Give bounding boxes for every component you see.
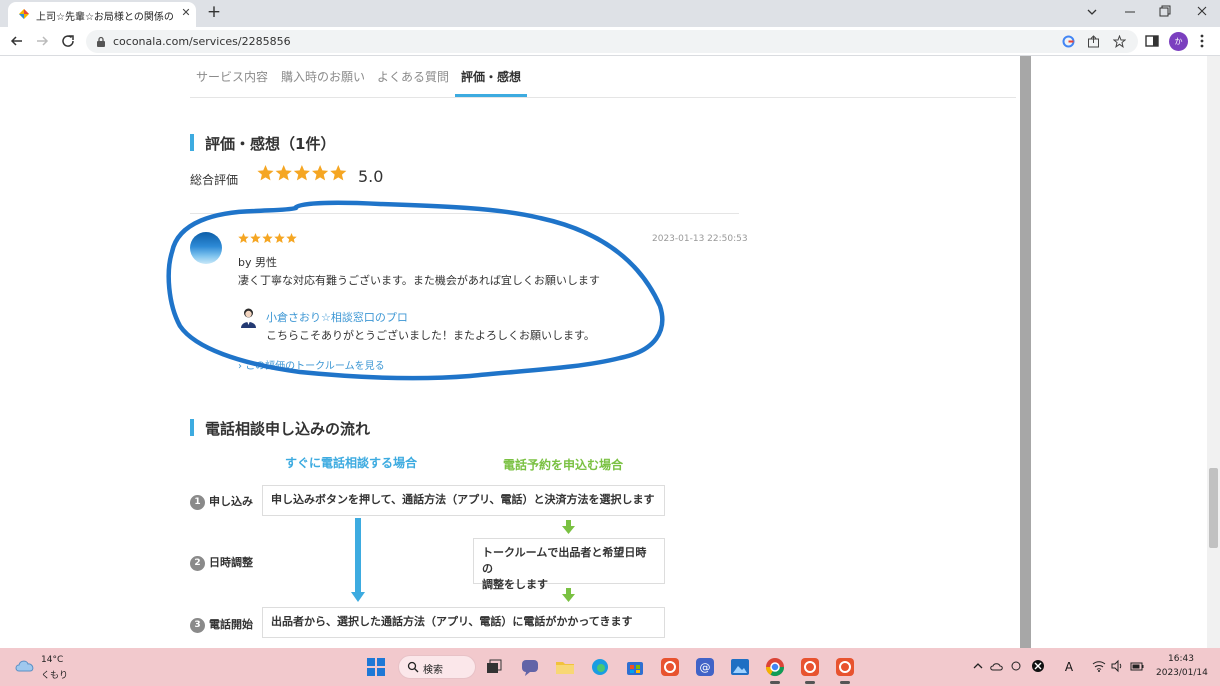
clock-time[interactable]: 16:43 bbox=[1168, 654, 1194, 664]
app-red-icon[interactable] bbox=[660, 657, 680, 677]
weather-temperature: 14°C bbox=[41, 655, 64, 665]
active-app-indicator bbox=[805, 681, 815, 684]
back-icon[interactable] bbox=[8, 32, 26, 50]
file-explorer-icon[interactable] bbox=[555, 657, 575, 677]
cloud-weather-icon[interactable] bbox=[14, 657, 36, 673]
sync-icon[interactable] bbox=[1009, 659, 1023, 673]
tab-close-icon[interactable]: ✕ bbox=[179, 6, 193, 20]
browser-tab-bar: 上司☆先輩☆お局様との関係のお悩 ✕ + bbox=[0, 0, 1220, 27]
google-translate-icon[interactable] bbox=[1062, 35, 1075, 48]
active-app-indicator bbox=[770, 681, 780, 684]
svg-text:A: A bbox=[1065, 660, 1074, 673]
task-view-icon[interactable] bbox=[484, 657, 504, 677]
wifi-icon[interactable] bbox=[1092, 659, 1106, 673]
teams-chat-icon[interactable] bbox=[520, 657, 540, 677]
close-window-icon[interactable] bbox=[1190, 3, 1214, 21]
volume-icon[interactable] bbox=[1110, 659, 1124, 673]
vertical-scrollbar[interactable] bbox=[1207, 56, 1220, 648]
scrollbar-thumb[interactable] bbox=[1209, 468, 1218, 548]
restore-icon[interactable] bbox=[1152, 3, 1176, 21]
page-side-divider bbox=[1020, 56, 1031, 648]
reserve-arrow-1 bbox=[562, 520, 575, 534]
url-text: coconala.com/services/2285856 bbox=[113, 35, 291, 48]
svg-text:@: @ bbox=[700, 661, 711, 674]
windows-start-icon[interactable] bbox=[366, 657, 386, 677]
minimize-icon[interactable] bbox=[1118, 3, 1142, 21]
forward-icon[interactable] bbox=[33, 32, 51, 50]
search-label: 検索 bbox=[423, 665, 443, 676]
battery-icon[interactable] bbox=[1130, 659, 1144, 673]
share-icon[interactable] bbox=[1087, 35, 1100, 48]
microsoft-store-icon[interactable] bbox=[625, 657, 645, 677]
chrome-browser-icon[interactable] bbox=[765, 657, 785, 677]
chevron-up-icon[interactable] bbox=[971, 659, 985, 673]
page-content: サービス内容 購入時のお願い よくある質問 評価・感想 評価・感想（1件） 総合… bbox=[0, 56, 1220, 648]
reserve-arrow-2 bbox=[562, 588, 575, 602]
app-red-icon[interactable] bbox=[835, 657, 855, 677]
app-red-icon[interactable] bbox=[800, 657, 820, 677]
clock-date[interactable]: 2023/01/14 bbox=[1156, 668, 1208, 678]
tab-title: 上司☆先輩☆お局様との関係のお悩 bbox=[36, 12, 174, 23]
search-icon bbox=[407, 661, 419, 673]
address-bar[interactable]: coconala.com/services/2285856 bbox=[86, 30, 1138, 53]
active-app-indicator bbox=[840, 681, 850, 684]
photos-app-icon[interactable] bbox=[730, 657, 750, 677]
mail-app-icon[interactable]: @ bbox=[695, 657, 715, 677]
bookmark-star-icon[interactable] bbox=[1113, 35, 1126, 48]
lock-icon[interactable] bbox=[96, 36, 106, 47]
onedrive-cloud-icon[interactable] bbox=[990, 659, 1004, 673]
browser-tab[interactable]: 上司☆先輩☆お局様との関係のお悩 ✕ bbox=[8, 2, 196, 27]
more-menu-icon[interactable] bbox=[1196, 32, 1208, 50]
weather-description: くもり bbox=[41, 671, 69, 681]
side-panel-icon[interactable] bbox=[1143, 32, 1161, 50]
windows-taskbar: 14°C くもり 検索 @ A 16:43 2023/01/14 bbox=[0, 648, 1220, 686]
coconala-favicon-icon bbox=[19, 9, 29, 19]
ime-icon[interactable]: A bbox=[1062, 659, 1076, 673]
flow-arrows bbox=[351, 518, 575, 602]
reload-icon[interactable] bbox=[59, 32, 77, 50]
new-tab-icon[interactable]: + bbox=[205, 4, 223, 22]
browser-toolbar: coconala.com/services/2285856 か bbox=[0, 27, 1220, 56]
immediate-arrow bbox=[351, 518, 365, 602]
tab-search-icon[interactable] bbox=[1080, 3, 1104, 21]
edge-browser-icon[interactable] bbox=[590, 657, 610, 677]
profile-avatar[interactable]: か bbox=[1169, 32, 1188, 51]
taskbar-search[interactable]: 検索 bbox=[398, 655, 476, 679]
app-tray-icon[interactable] bbox=[1031, 659, 1045, 673]
